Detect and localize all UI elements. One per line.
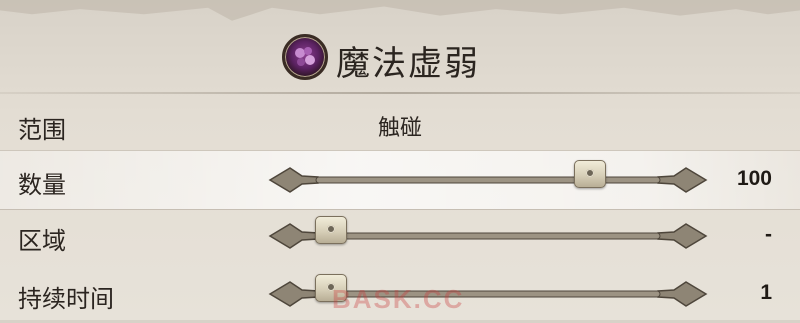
row-quantity: 数量 100 — [0, 151, 800, 209]
quantity-slider[interactable] — [268, 160, 708, 198]
slider-track — [268, 167, 708, 193]
range-value: 触碰 — [377, 116, 422, 141]
row-area: 区域 - — [0, 207, 800, 265]
duration-label: 持续时间 — [18, 285, 114, 313]
duration-value: 1 — [760, 281, 772, 304]
area-value: - — [765, 223, 772, 246]
watermark: BASK.CC — [332, 284, 465, 314]
effect-header: 魔法虚弱 — [0, 22, 800, 88]
quantity-label: 数量 — [18, 171, 66, 199]
slider-thumb[interactable] — [315, 216, 347, 244]
quantity-value: 100 — [736, 167, 772, 190]
area-slider[interactable] — [268, 216, 708, 254]
row-range: 范围 触碰 — [0, 96, 800, 154]
header-divider — [0, 92, 800, 94]
effect-title: 魔法虚弱 — [336, 44, 480, 84]
magic-weakness-icon — [282, 34, 328, 80]
slider-thumb[interactable] — [574, 160, 607, 188]
area-label: 区域 — [18, 227, 66, 255]
